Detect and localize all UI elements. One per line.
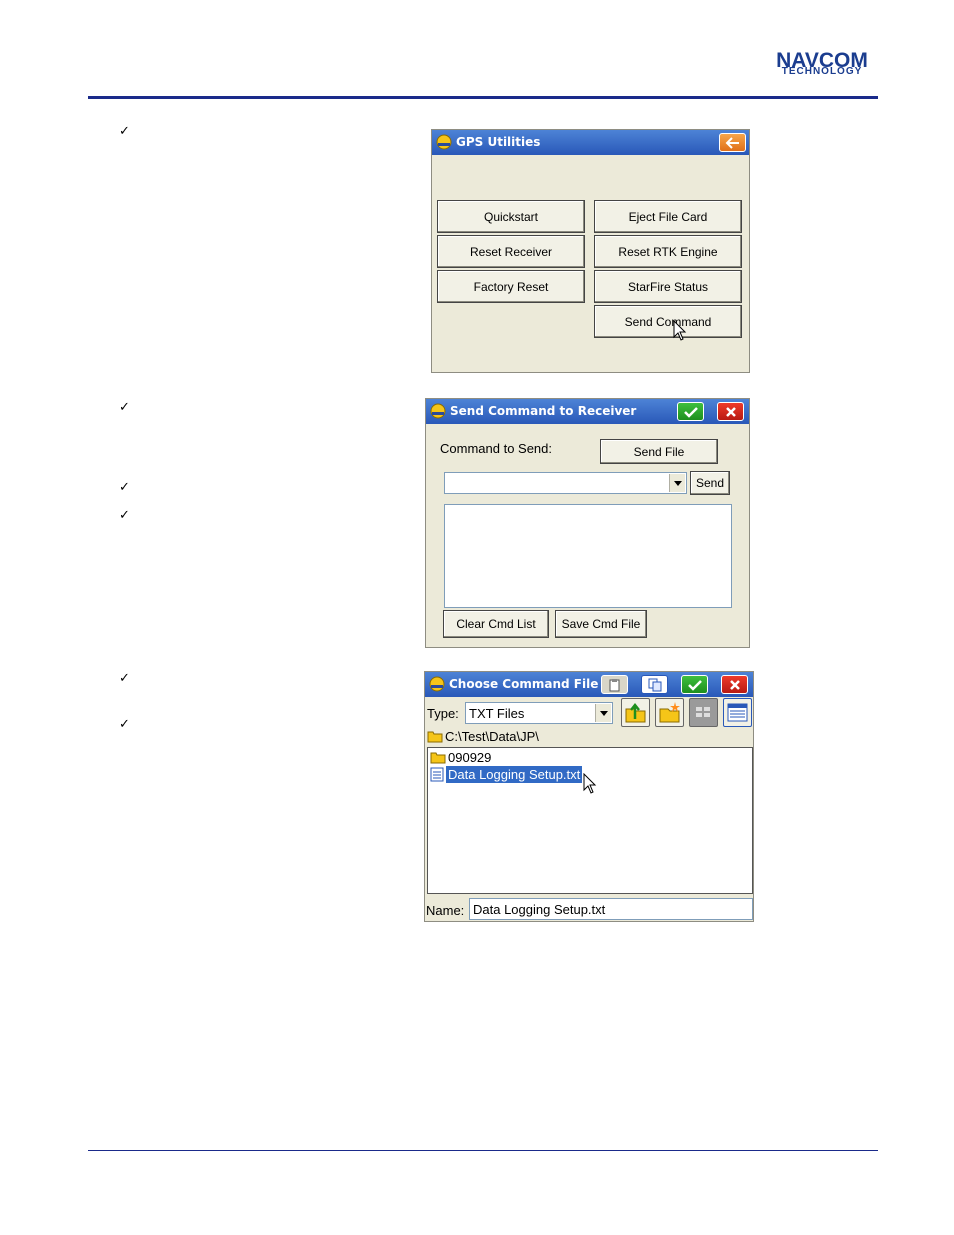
checkmark-icon	[683, 406, 698, 418]
send-command-window: Send Command to Receiver Command to Send…	[425, 398, 750, 648]
choose-command-file-window: Choose Command File Type: TXT Files C:\T…	[424, 671, 754, 922]
send-command-button[interactable]: Send Command	[594, 305, 742, 338]
file-list[interactable]: 090929 Data Logging Setup.txt	[427, 747, 753, 894]
clear-cmd-list-button[interactable]: Clear Cmd List	[443, 610, 549, 638]
checkmark-icon	[687, 679, 702, 691]
ok-button[interactable]	[681, 675, 708, 694]
type-value: TXT Files	[469, 706, 525, 721]
list-item-label: Data Logging Setup.txt	[446, 766, 583, 783]
chevron-down-icon[interactable]	[669, 474, 685, 492]
send-file-button[interactable]: Send File	[600, 439, 718, 464]
app-helmet-icon	[436, 134, 452, 150]
text-file-icon	[430, 767, 444, 782]
footer-rule	[88, 1150, 878, 1151]
window-title: Send Command to Receiver	[450, 404, 637, 418]
type-dropdown[interactable]: TXT Files	[465, 702, 613, 724]
new-folder-icon	[659, 702, 680, 723]
window-title: Choose Command File	[449, 677, 599, 691]
factory-reset-button[interactable]: Factory Reset	[437, 270, 585, 303]
list-view-icon	[696, 707, 710, 717]
save-cmd-file-button[interactable]: Save Cmd File	[555, 610, 647, 638]
current-path: C:\Test\Data\JP\	[445, 729, 539, 744]
name-field[interactable]: Data Logging Setup.txt	[469, 898, 753, 920]
reset-rtk-engine-button[interactable]: Reset RTK Engine	[594, 235, 742, 268]
detail-view-button[interactable]	[723, 698, 752, 727]
back-button[interactable]	[719, 133, 746, 152]
paste-icon	[609, 678, 619, 691]
send-button[interactable]: Send	[690, 471, 730, 495]
check-icon: ✓	[119, 671, 130, 686]
eject-file-card-button[interactable]: Eject File Card	[594, 200, 742, 233]
detail-view-icon	[727, 703, 748, 722]
mouse-cursor-icon	[583, 773, 597, 794]
cancel-button[interactable]	[721, 675, 748, 694]
check-icon: ✓	[119, 400, 130, 415]
app-helmet-icon	[429, 676, 445, 692]
check-icon: ✓	[119, 124, 130, 139]
type-label: Type:	[427, 706, 459, 721]
name-value: Data Logging Setup.txt	[473, 902, 606, 917]
title-bar: GPS Utilities	[432, 130, 749, 155]
folder-icon	[427, 731, 443, 743]
copy-icon	[648, 678, 661, 691]
paste-button[interactable]	[601, 675, 628, 694]
check-icon: ✓	[119, 508, 130, 523]
check-icon: ✓	[119, 480, 130, 495]
copy-button[interactable]	[641, 675, 668, 694]
chevron-down-icon[interactable]	[595, 704, 611, 722]
list-item[interactable]: Data Logging Setup.txt	[429, 766, 589, 783]
gps-utilities-window: GPS Utilities Quickstart Reset Receiver …	[431, 129, 750, 373]
window-title: GPS Utilities	[456, 135, 541, 149]
command-label: Command to Send:	[440, 441, 553, 456]
list-item-label: 090929	[448, 750, 492, 765]
folder-icon	[430, 752, 446, 764]
up-folder-icon	[625, 702, 646, 723]
close-icon	[725, 406, 736, 417]
up-folder-button[interactable]	[621, 698, 650, 727]
navcom-logo-subtitle: TECHNOLOGY	[781, 66, 863, 77]
mouse-cursor-icon	[673, 320, 687, 341]
title-bar: Send Command to Receiver	[426, 399, 749, 424]
check-icon: ✓	[119, 717, 130, 732]
name-label: Name:	[426, 903, 465, 918]
command-list[interactable]	[444, 504, 732, 608]
ok-button[interactable]	[677, 402, 704, 421]
quickstart-button[interactable]: Quickstart	[437, 200, 585, 233]
cancel-button[interactable]	[717, 402, 744, 421]
list-view-button[interactable]	[689, 698, 718, 727]
starfire-status-button[interactable]: StarFire Status	[594, 270, 742, 303]
close-icon	[729, 679, 740, 690]
list-item[interactable]: 090929	[429, 749, 589, 766]
command-dropdown[interactable]	[444, 472, 687, 494]
title-bar: Choose Command File	[425, 672, 753, 697]
arrow-left-icon	[725, 136, 739, 149]
reset-receiver-button[interactable]: Reset Receiver	[437, 235, 585, 268]
app-helmet-icon	[430, 403, 446, 419]
new-folder-button[interactable]	[655, 698, 684, 727]
header-rule	[88, 96, 878, 99]
